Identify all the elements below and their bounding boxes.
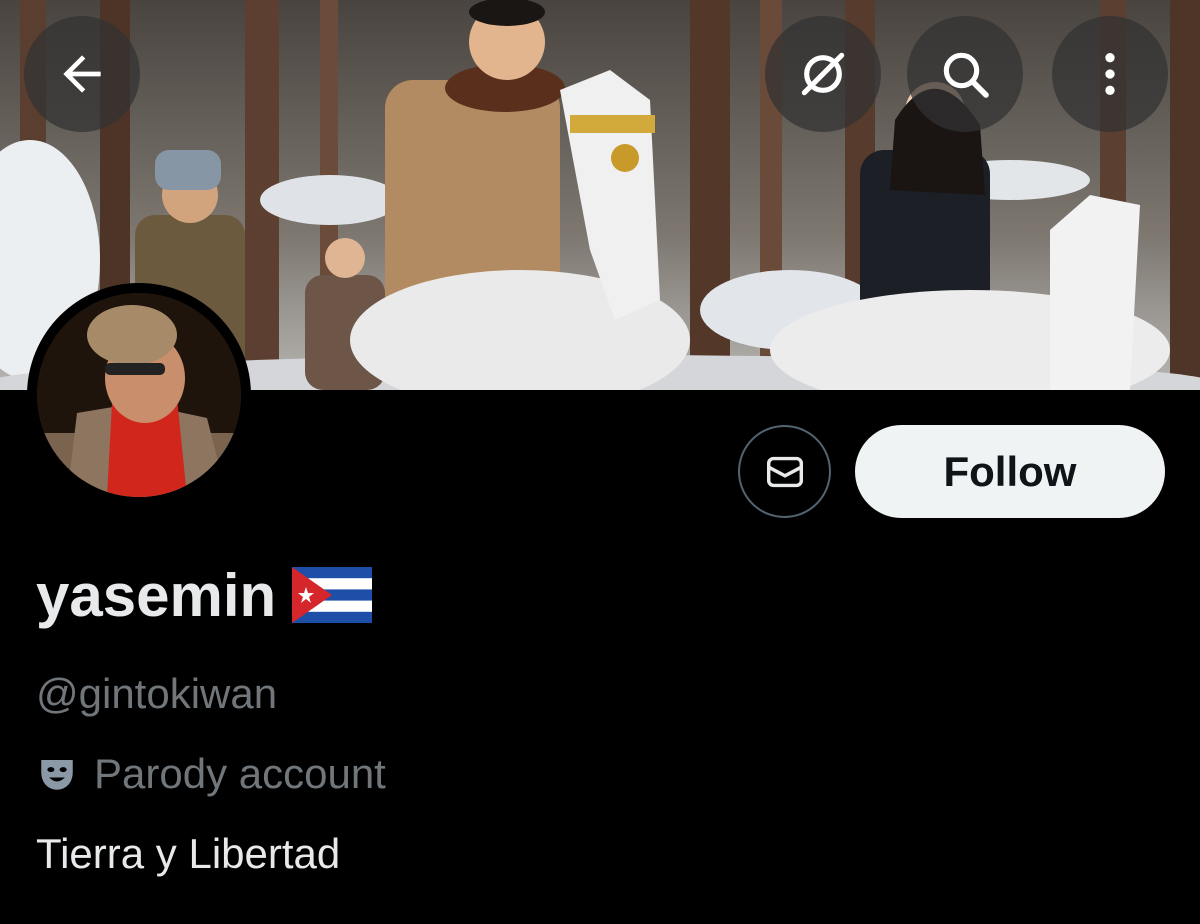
parody-label-text: Parody account: [94, 750, 386, 797]
follow-button[interactable]: Follow: [855, 425, 1165, 518]
theater-mask-icon: [41, 760, 73, 790]
user-handle: @gintokiwan: [36, 670, 278, 717]
more-vertical-icon: [1105, 53, 1115, 95]
cuba-flag-icon: [292, 567, 373, 623]
search-button[interactable]: [907, 16, 1023, 132]
parody-account-label: Parody account: [36, 750, 386, 798]
more-options-button[interactable]: [1052, 16, 1168, 132]
envelope-icon: [766, 456, 803, 487]
profile-avatar[interactable]: [27, 283, 251, 507]
profile-page: Follow yasemin @gintokiwan Parody accoun…: [0, 0, 1200, 924]
grok-button[interactable]: [765, 16, 881, 132]
arrow-left-icon: [63, 55, 101, 93]
message-button[interactable]: [738, 425, 831, 518]
display-name: yasemin: [36, 561, 277, 629]
back-button[interactable]: [24, 16, 140, 132]
grok-icon: [801, 52, 845, 96]
avatar-image: [37, 293, 241, 497]
search-icon: [943, 52, 989, 98]
avatar-illustration: [37, 293, 241, 497]
display-name-row: yasemin: [36, 560, 373, 630]
profile-bio: Tierra y Libertad: [36, 830, 341, 877]
